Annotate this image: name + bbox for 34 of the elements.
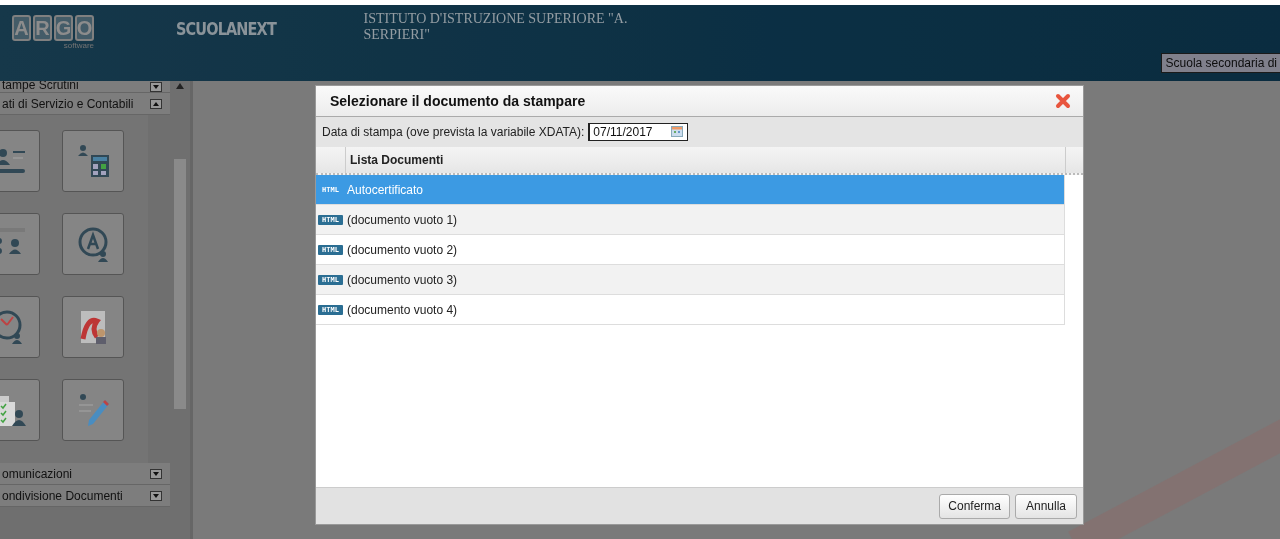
close-button[interactable] — [1055, 93, 1071, 109]
app-tile[interactable] — [62, 296, 124, 358]
scroll-up-icon[interactable] — [176, 83, 184, 89]
sidebar-section[interactable]: tampe Scrutini — [0, 81, 170, 93]
section-label: ati di Servizio e Contabili — [2, 96, 134, 111]
sidebar-section[interactable]: ondivisione Documenti — [0, 485, 170, 507]
calendar-icon[interactable] — [671, 126, 684, 137]
document-name: (documento vuoto 4) — [346, 302, 458, 317]
app-tile[interactable] — [62, 130, 124, 192]
sidebar-section[interactable]: ati di Servizio e Contabili — [0, 93, 170, 115]
logo-subtitle: software — [63, 41, 94, 50]
app-tile[interactable] — [62, 379, 124, 441]
app-tile[interactable] — [62, 213, 124, 275]
product-name: SCUOLANEXT — [176, 19, 276, 39]
date-label: Data di stampa (ove prevista la variabile XDATA): — [322, 125, 585, 139]
logo-letter: R — [33, 15, 52, 41]
section-label: omunicazioni — [2, 466, 73, 481]
dialog-title: Selezionare il documento da stampare — [330, 93, 586, 109]
document-name: (documento vuoto 2) — [346, 242, 458, 257]
institute-name: ISTITUTO D'ISTRUZIONE SUPERIORE "A. SERPIERI" — [363, 11, 629, 44]
school-select[interactable]: Scuola secondaria di — [1160, 53, 1280, 73]
logo-letter: A — [12, 15, 31, 41]
document-name: Autocertificato — [346, 182, 424, 197]
logo-letter: G — [54, 15, 73, 41]
document-name: (documento vuoto 3) — [346, 272, 458, 287]
scrollbar-thumb[interactable] — [174, 159, 186, 409]
section-label: ondivisione Documenti — [2, 488, 123, 503]
document-name: (documento vuoto 1) — [346, 212, 458, 227]
sidebar-section[interactable]: omunicazioni — [0, 463, 170, 485]
date-field[interactable]: 07/11/2017 — [588, 123, 689, 141]
logo-letter: O — [75, 15, 94, 41]
dialog-button[interactable]: Conferma — [939, 493, 1010, 519]
dialog-button[interactable]: Annulla — [1015, 493, 1077, 519]
section-label: tampe Scrutini — [2, 81, 79, 92]
